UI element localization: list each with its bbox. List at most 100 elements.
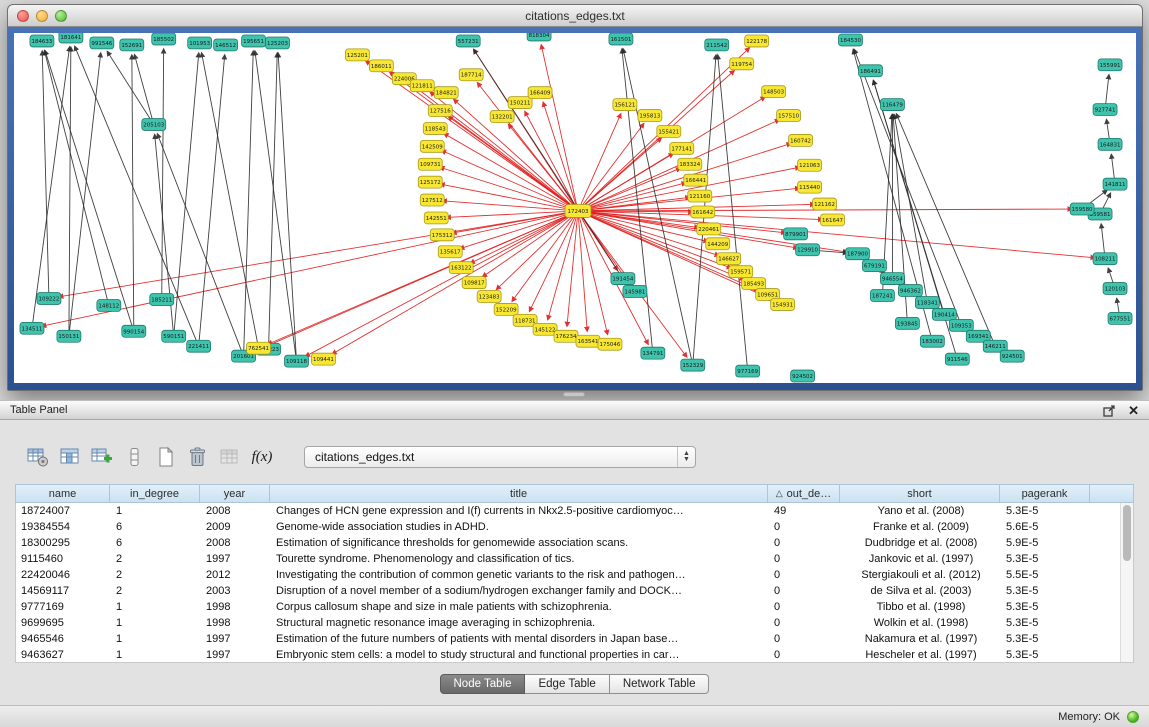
graph-node[interactable]: 187900 (846, 248, 870, 260)
window-titlebar[interactable]: citations_edges.txt (8, 5, 1142, 27)
graph-node[interactable]: 120103 (1103, 283, 1127, 295)
table-row[interactable]: 946554611997Estimation of the future num… (16, 631, 1133, 647)
column-header-short[interactable]: short (840, 484, 1000, 503)
graph-node[interactable]: 144209 (706, 238, 730, 250)
table-row[interactable]: 911546021997Tourette syndrome. Phenomeno… (16, 551, 1133, 567)
column-header-year[interactable]: year (200, 484, 270, 503)
graph-node[interactable]: 155991 (1098, 59, 1122, 71)
graph-node[interactable]: 590151 (162, 330, 186, 342)
graph-node[interactable]: 109353 (949, 319, 973, 331)
graph-node[interactable]: 161501 (609, 33, 633, 45)
graph-node[interactable]: 166441 (684, 174, 708, 186)
graph-node[interactable]: 119754 (730, 58, 754, 70)
column-header-name[interactable]: name (15, 484, 110, 503)
show-columns-button[interactable] (58, 445, 82, 469)
graph-node[interactable]: 220461 (697, 223, 721, 235)
graph-node[interactable]: 193845 (895, 317, 919, 329)
function-builder-button[interactable]: f(x) (250, 445, 274, 469)
column-header-title[interactable]: title (270, 484, 768, 503)
graph-node[interactable]: 146627 (717, 253, 741, 265)
graph-node[interactable]: 155421 (657, 125, 681, 137)
graph-node[interactable]: 125203 (266, 37, 290, 49)
graph-node[interactable]: 152209 (494, 303, 518, 315)
memory-ok-indicator-icon[interactable] (1127, 711, 1139, 723)
zoom-window-button[interactable] (55, 10, 67, 22)
graph-node[interactable]: 109118 (285, 355, 309, 367)
graph-node[interactable]: 161642 (691, 206, 715, 218)
close-panel-icon[interactable]: ✕ (1128, 404, 1139, 417)
graph-node[interactable]: 184821 (434, 87, 458, 99)
graph-node[interactable]: 121811 (410, 80, 434, 92)
panel-splitter[interactable] (563, 392, 585, 397)
graph-node[interactable]: 154931 (771, 298, 795, 310)
graph-node[interactable]: 116479 (880, 99, 904, 111)
graph-node[interactable]: 142509 (420, 140, 444, 152)
graph-node[interactable]: 161647 (821, 214, 845, 226)
graph-node[interactable]: 879901 (784, 228, 808, 240)
graph-node[interactable]: 946362 (898, 285, 922, 297)
graph-node[interactable]: 187714 (459, 69, 483, 81)
graph-node[interactable]: 134791 (641, 347, 665, 359)
graph-node[interactable]: 145981 (623, 286, 647, 298)
graph-node[interactable]: 177141 (670, 142, 694, 154)
graph-node[interactable]: 109731 (418, 158, 442, 170)
graph-node[interactable]: 181641 (59, 33, 83, 43)
graph-node[interactable]: 679191 (862, 260, 886, 272)
graph-node[interactable]: 166409 (528, 87, 552, 99)
tab-network-table[interactable]: Network Table (610, 674, 710, 694)
graph-node[interactable]: 157510 (777, 110, 801, 122)
tab-edge-table[interactable]: Edge Table (525, 674, 609, 694)
graph-node[interactable]: 159580 (1070, 203, 1094, 215)
row-tools-button[interactable] (122, 445, 146, 469)
graph-node[interactable]: 127512 (420, 194, 444, 206)
graph-node[interactable]: 211542 (705, 39, 729, 51)
graph-node[interactable]: 163541 (576, 335, 600, 347)
graph-node[interactable]: 818304 (527, 33, 551, 41)
graph-node[interactable]: 135617 (438, 246, 462, 258)
graph-node[interactable]: 134511 (20, 322, 44, 334)
table-selector-dropdown[interactable]: citations_edges.txt ▲▼ (304, 446, 696, 468)
graph-node[interactable]: 185493 (742, 278, 766, 290)
column-header-out-de-[interactable]: △out_de… (768, 484, 840, 503)
graph-node[interactable]: 109817 (462, 277, 486, 289)
graph-node[interactable]: 977169 (736, 365, 760, 377)
table-vertical-scrollbar[interactable] (1120, 503, 1133, 662)
graph-node[interactable]: 146512 (214, 39, 238, 51)
graph-node[interactable]: 164831 (1098, 138, 1122, 150)
graph-node[interactable]: 109222 (37, 293, 61, 305)
graph-node[interactable]: 187241 (870, 290, 894, 302)
graph-node[interactable]: 121160 (688, 190, 712, 202)
graph-node[interactable]: 175046 (598, 338, 622, 350)
graph-node[interactable]: 152329 (681, 359, 705, 371)
graph-node[interactable]: 185502 (152, 33, 176, 45)
graph-node[interactable]: 145122 (533, 323, 557, 335)
graph-node[interactable]: 156121 (613, 99, 637, 111)
graph-node[interactable]: 125201 (345, 49, 369, 61)
close-window-button[interactable] (17, 10, 29, 22)
graph-node[interactable]: 911546 (945, 353, 969, 365)
graph-node[interactable]: 123483 (477, 291, 501, 303)
graph-node[interactable]: 150211 (508, 97, 532, 109)
column-header-in-degree[interactable]: in_degree (110, 484, 200, 503)
graph-node[interactable]: 185211 (150, 294, 174, 306)
table-row[interactable]: 2242004622012Investigating the contribut… (16, 567, 1133, 583)
float-panel-icon[interactable] (1103, 404, 1116, 417)
graph-node[interactable]: 152691 (120, 39, 144, 51)
graph-node[interactable]: 191454 (611, 273, 635, 285)
table-row[interactable]: 969969511998Structural magnetic resonanc… (16, 615, 1133, 631)
graph-node[interactable]: 148112 (97, 299, 121, 311)
graph-node[interactable]: 150131 (57, 330, 81, 342)
graph-node[interactable]: 184633 (30, 35, 54, 47)
tab-node-table[interactable]: Node Table (440, 674, 526, 694)
graph-node[interactable]: 122178 (745, 35, 769, 47)
new-table-button[interactable] (154, 445, 178, 469)
graph-node[interactable]: 172403 (565, 205, 591, 218)
table-mode-button[interactable] (26, 445, 50, 469)
graph-node[interactable]: 121063 (798, 159, 822, 171)
graph-node[interactable]: 183002 (920, 335, 944, 347)
graph-node[interactable]: 924502 (791, 370, 815, 382)
graph-node[interactable]: 163122 (449, 262, 473, 274)
graph-node[interactable]: 184530 (839, 34, 863, 46)
graph-node[interactable]: 762541 (247, 342, 271, 354)
graph-node[interactable]: 924501 (1000, 350, 1024, 362)
